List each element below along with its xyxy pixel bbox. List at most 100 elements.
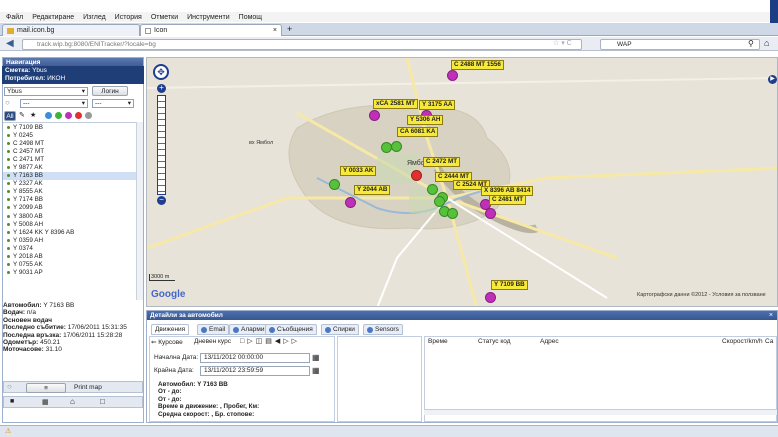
star-icon[interactable]: ☆ ▾ C — [553, 39, 572, 47]
end-date-field[interactable]: 13/11/2012 23:59:59 — [200, 366, 310, 376]
filter-select[interactable]: --- ▾ — [92, 99, 134, 108]
vehicle-list-item[interactable]: Y 8555 AK — [3, 188, 136, 196]
tab-icon[interactable]: Icon × — [140, 24, 282, 36]
new-tab-button[interactable]: + — [287, 24, 292, 34]
vehicle-marker-label[interactable]: хСА 2581 МТ — [373, 99, 419, 109]
close-icon[interactable]: × — [273, 27, 277, 34]
print-map-button[interactable]: Print map — [74, 384, 102, 391]
map-icon[interactable]: ▦ — [42, 398, 49, 406]
table-scrollbar[interactable] — [424, 409, 777, 415]
account-select[interactable]: Ybus ▾ — [4, 87, 88, 96]
print-options-button[interactable]: ≡ — [26, 383, 66, 393]
vehicle-list-scrollbar[interactable] — [136, 122, 143, 300]
vehicle-list-item[interactable]: Y 9031 AP — [3, 269, 136, 277]
vehicle-marker-label[interactable]: Y 2044 AB — [354, 185, 391, 195]
vehicle-marker[interactable] — [345, 197, 356, 208]
vehicle-marker[interactable] — [411, 170, 422, 181]
vehicle-list-item[interactable]: Y 1624 KK Y 8396 AB — [3, 228, 136, 236]
vehicle-list-item[interactable]: Y 0755 AK — [3, 261, 136, 269]
tab-mail[interactable]: mail.icon.bg — [2, 24, 140, 36]
menu-history[interactable]: История — [115, 14, 142, 21]
url-bar[interactable]: track.wip.bg:8080/ENITracker/?locale=bg — [22, 39, 582, 50]
vehicle-list-item[interactable]: Y 7174 BB — [3, 196, 136, 204]
detail-tab[interactable]: Съобщения — [265, 324, 317, 335]
zoom-in-button[interactable]: + — [157, 84, 166, 93]
calendar-icon[interactable]: ▦ — [312, 353, 320, 362]
vehicle-marker-label[interactable]: Y 3175 AA — [419, 100, 456, 110]
vehicle-marker[interactable] — [447, 70, 458, 81]
status-dot-purple[interactable] — [65, 112, 72, 119]
vehicle-list-item[interactable]: Y 2327 AK — [3, 180, 136, 188]
pan-control[interactable]: ✥ — [153, 64, 169, 80]
car-icon[interactable]: ■ — [10, 398, 14, 405]
detail-tab[interactable]: Спирки — [321, 324, 359, 335]
vehicle-list-item[interactable]: C 2498 MT — [3, 139, 136, 147]
map-copyright[interactable]: Картографски данни ©2012 - Условия за по… — [637, 292, 766, 298]
menu-view[interactable]: Изглед — [83, 14, 106, 21]
daily-course-label[interactable]: Дневен курс — [194, 338, 231, 345]
column-speed[interactable]: Скорост/km/h — [722, 338, 763, 345]
vehicle-list-item[interactable]: Y 2099 AB — [3, 204, 136, 212]
column-address[interactable]: Адрес — [540, 338, 559, 345]
vehicle-marker-label[interactable]: Y 7109 BB — [491, 280, 528, 290]
detail-tab[interactable]: Sensors — [363, 324, 403, 335]
search-icon[interactable]: ⚲ — [748, 39, 754, 48]
vehicle-list-item[interactable]: Y 7109 BB — [3, 123, 136, 131]
logout-button[interactable]: Логин — [92, 86, 128, 96]
status-dot-blue[interactable] — [45, 112, 52, 119]
back-arrow-icon[interactable]: ◀ — [6, 38, 14, 49]
column-time[interactable]: Време — [428, 338, 448, 345]
vehicle-list-item[interactable]: Y 7163 BB — [3, 171, 136, 180]
start-date-field[interactable]: 13/11/2012 00:00:00 — [200, 353, 310, 363]
close-icon[interactable]: × — [769, 312, 773, 319]
status-dot-gray[interactable] — [85, 112, 92, 119]
calendar-icon[interactable]: ▦ — [312, 366, 320, 375]
vehicle-marker-label[interactable]: C 2481 MT — [489, 195, 527, 205]
status-dot-red[interactable] — [75, 112, 82, 119]
home-icon[interactable]: ⌂ — [764, 38, 769, 48]
vehicle-list-item[interactable]: Y 3800 AB — [3, 212, 136, 220]
zoom-slider[interactable] — [157, 95, 166, 195]
radio-icon[interactable]: ○ — [5, 98, 10, 107]
search-input[interactable]: WAP — [600, 39, 760, 50]
vehicle-marker[interactable] — [369, 110, 380, 121]
vehicle-list-item[interactable]: Y 0359 AH — [3, 236, 136, 244]
filter-icon-2[interactable]: ★ — [30, 111, 36, 119]
all-button[interactable]: All — [4, 111, 16, 121]
vehicle-marker[interactable] — [391, 141, 402, 152]
vehicle-list-item[interactable]: C 2457 MT — [3, 147, 136, 155]
right-arrow-icon[interactable]: ▶ — [768, 75, 777, 84]
menu-edit[interactable]: Редактиране — [32, 14, 74, 21]
vehicle-marker-label[interactable]: Y 0033 AK — [340, 166, 377, 176]
courses-label[interactable]: ⇐ Курсове — [151, 338, 183, 346]
vehicle-marker-label[interactable]: C 2472 MT — [423, 157, 461, 167]
column-more[interactable]: Ca — [765, 338, 773, 345]
vehicle-marker-label[interactable]: Y 5306 AH — [407, 115, 444, 125]
menu-file[interactable]: Файл — [6, 14, 23, 21]
vehicle-list-item[interactable]: Y 0374 — [3, 244, 136, 252]
radio-icon[interactable]: ○ — [7, 382, 12, 391]
vehicle-list-item[interactable]: Y 0245 — [3, 131, 136, 139]
menu-bookmarks[interactable]: Отметки — [151, 14, 178, 21]
window-icon[interactable]: □ — [100, 397, 105, 406]
group-select[interactable]: --- ▾ — [20, 99, 88, 108]
vehicle-list-item[interactable]: Y 2018 AB — [3, 253, 136, 261]
zoom-out-button[interactable]: − — [157, 196, 166, 205]
toolbar-icons[interactable]: □▷◫▤◀▷▷ — [240, 337, 300, 345]
vehicle-list-item[interactable]: Y 5008 AH — [3, 220, 136, 228]
home-icon[interactable]: ⌂ — [70, 397, 75, 406]
detail-tab[interactable]: Аларми — [229, 324, 269, 335]
vehicle-marker[interactable] — [485, 292, 496, 303]
vehicle-marker[interactable] — [381, 142, 392, 153]
vehicle-list-item[interactable]: Y 9877 AK — [3, 163, 136, 171]
detail-tab[interactable]: Движения — [151, 324, 190, 335]
menu-tools[interactable]: Инструменти — [187, 14, 230, 21]
map-view[interactable]: Ямбол вх Ямбол ✥ + − 3000 m Google Карто… — [146, 57, 778, 307]
vehicle-marker-label[interactable]: CA 6081 KA — [397, 127, 439, 137]
vehicle-marker-label[interactable]: C 2488 MT 1556 — [451, 60, 504, 70]
menu-help[interactable]: Помощ — [239, 14, 262, 21]
vehicle-list-item[interactable]: C 2471 MT — [3, 155, 136, 163]
column-status-code[interactable]: Статус код — [478, 338, 511, 345]
vehicle-marker[interactable] — [329, 179, 340, 190]
vehicle-marker[interactable] — [427, 184, 438, 195]
